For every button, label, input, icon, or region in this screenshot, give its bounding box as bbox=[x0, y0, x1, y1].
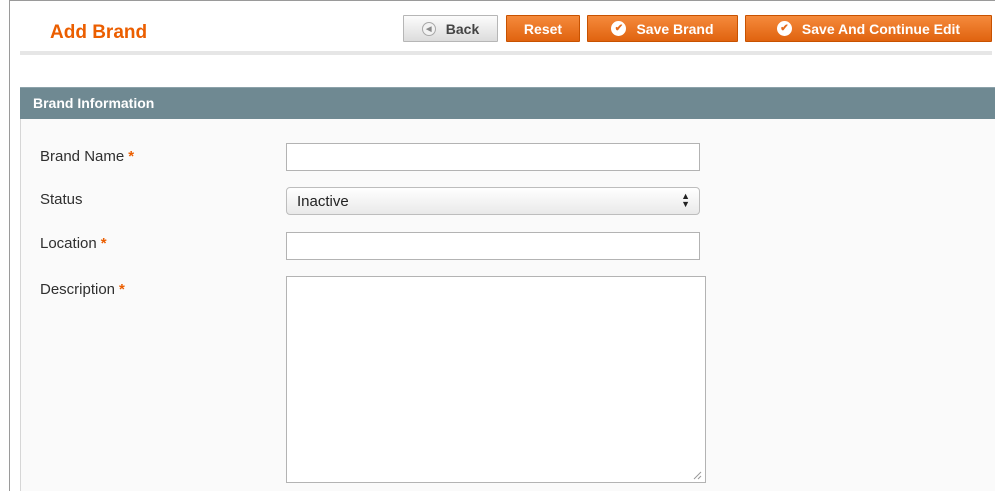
description-label-text: Description bbox=[40, 281, 116, 298]
description-label: Description * bbox=[40, 281, 125, 298]
status-select-value: Inactive bbox=[297, 193, 349, 210]
frame-border-top bbox=[9, 0, 995, 1]
frame-border-left bbox=[9, 0, 10, 491]
description-textarea[interactable] bbox=[286, 276, 706, 483]
back-arrow-icon: ◀ bbox=[421, 21, 436, 36]
location-label: Location * bbox=[40, 235, 107, 252]
select-arrows-icon: ▲ ▼ bbox=[681, 191, 690, 209]
brand-name-label-text: Brand Name bbox=[40, 148, 125, 165]
location-input[interactable] bbox=[286, 232, 700, 260]
section-title: Brand Information bbox=[33, 95, 155, 111]
save-brand-button[interactable]: ✔ Save Brand bbox=[587, 15, 738, 42]
location-label-text: Location bbox=[40, 235, 97, 252]
save-and-continue-button-label: Save And Continue Edit bbox=[801, 20, 961, 37]
reset-button[interactable]: Reset bbox=[506, 15, 580, 42]
resize-grip-icon[interactable] bbox=[692, 470, 702, 480]
check-circle-icon: ✔ bbox=[611, 21, 627, 36]
required-marker: * bbox=[128, 148, 135, 165]
back-button[interactable]: ◀ Back bbox=[403, 15, 498, 42]
required-marker: * bbox=[119, 281, 125, 298]
brand-name-input[interactable] bbox=[286, 143, 700, 171]
status-select[interactable]: Inactive ▲ ▼ bbox=[286, 187, 700, 215]
header-divider bbox=[20, 51, 992, 55]
brand-name-label: Brand Name * bbox=[40, 148, 134, 165]
status-label: Status bbox=[40, 191, 83, 208]
page-title: Add Brand bbox=[50, 22, 148, 43]
required-marker: * bbox=[100, 235, 107, 252]
section-header: Brand Information bbox=[20, 87, 995, 120]
check-circle-icon: ✔ bbox=[776, 21, 792, 36]
save-brand-button-label: Save Brand bbox=[636, 20, 714, 37]
save-and-continue-button[interactable]: ✔ Save And Continue Edit bbox=[745, 15, 992, 42]
back-button-label: Back bbox=[445, 20, 480, 37]
reset-button-label: Reset bbox=[523, 20, 563, 37]
